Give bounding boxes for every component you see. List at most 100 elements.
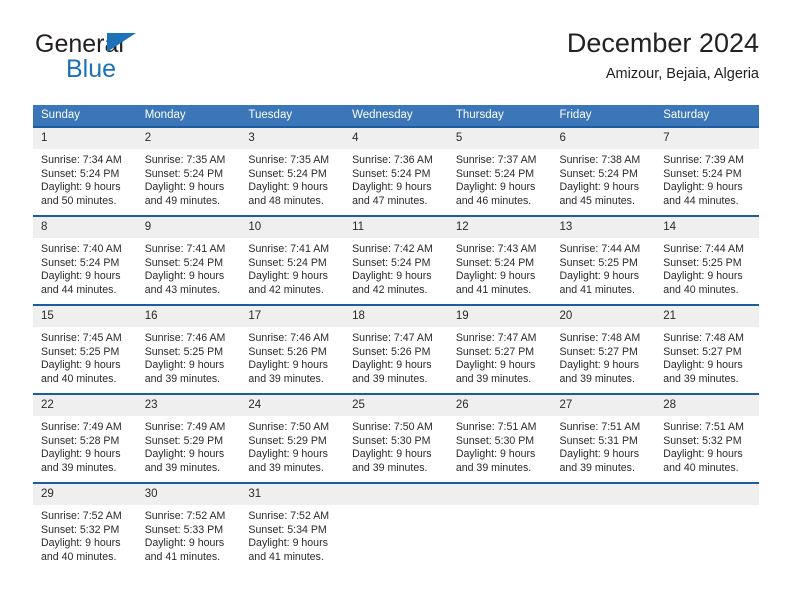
day-cell[interactable]: 29 Sunrise: 7:52 AM Sunset: 5:32 PM Dayl…	[33, 482, 137, 571]
daylight-text-line2: and 39 minutes.	[455, 461, 532, 474]
daylight-text-line2: and 40 minutes.	[41, 372, 117, 385]
day-cell[interactable]: 28 Sunrise: 7:51 AM Sunset: 5:32 PM Dayl…	[655, 393, 759, 483]
day-cell[interactable]: 31 Sunrise: 7:52 AM Sunset: 5:34 PM Dayl…	[240, 482, 345, 571]
daylight-text-line1: Daylight: 9 hours	[41, 181, 121, 194]
daylight-text-line1: Daylight: 9 hours	[663, 270, 743, 283]
day-cell[interactable]: 4 Sunrise: 7:36 AM Sunset: 5:24 PM Dayli…	[344, 126, 448, 216]
day-cell[interactable]: 19 Sunrise: 7:47 AM Sunset: 5:27 PM Dayl…	[447, 304, 552, 394]
day-cell[interactable]: 15 Sunrise: 7:45 AM Sunset: 5:25 PM Dayl…	[33, 304, 137, 394]
day-cell[interactable]: 6 Sunrise: 7:38 AM Sunset: 5:24 PM Dayli…	[551, 126, 656, 216]
day-number: 22	[33, 395, 137, 416]
day-details: Sunrise: 7:43 AM Sunset: 5:24 PM Dayligh…	[448, 238, 552, 297]
day-number: 6	[551, 128, 656, 149]
day-cell[interactable]: 26 Sunrise: 7:51 AM Sunset: 5:30 PM Dayl…	[447, 393, 552, 483]
day-details: Sunrise: 7:44 AM Sunset: 5:25 PM Dayligh…	[655, 238, 759, 297]
daylight-text-line2: and 39 minutes.	[248, 461, 324, 474]
daylight-text-line1: Daylight: 9 hours	[248, 537, 328, 550]
sunset-text: Sunset: 5:25 PM	[663, 256, 742, 269]
day-cell[interactable]: 12 Sunrise: 7:43 AM Sunset: 5:24 PM Dayl…	[447, 215, 552, 305]
daylight-text-line1: Daylight: 9 hours	[455, 181, 536, 194]
logo-text-blue: Blue	[66, 55, 117, 83]
day-details: Sunrise: 7:52 AM Sunset: 5:34 PM Dayligh…	[240, 505, 344, 564]
day-details: Sunrise: 7:49 AM Sunset: 5:28 PM Dayligh…	[33, 416, 137, 475]
day-number: 12	[447, 217, 552, 238]
sunset-text: Sunset: 5:27 PM	[663, 345, 742, 358]
day-details: Sunrise: 7:39 AM Sunset: 5:24 PM Dayligh…	[655, 149, 759, 208]
sunrise-text: Sunrise: 7:51 AM	[559, 421, 641, 433]
daylight-text-line1: Daylight: 9 hours	[248, 270, 328, 283]
general-blue-logo[interactable]: General Blue	[33, 30, 213, 86]
sunset-text: Sunset: 5:24 PM	[455, 256, 535, 269]
daylight-text-line1: Daylight: 9 hours	[144, 359, 225, 372]
sunrise-text: Sunrise: 7:51 AM	[663, 421, 744, 433]
day-cell[interactable]: 21 Sunrise: 7:48 AM Sunset: 5:27 PM Dayl…	[655, 304, 759, 394]
day-cell[interactable]: 23 Sunrise: 7:49 AM Sunset: 5:29 PM Dayl…	[136, 393, 241, 483]
sunrise-text: Sunrise: 7:50 AM	[248, 421, 330, 433]
daylight-text-line2: and 39 minutes.	[352, 372, 428, 385]
day-cell[interactable]: 7 Sunrise: 7:39 AM Sunset: 5:24 PM Dayli…	[655, 126, 759, 216]
day-number: 23	[136, 395, 241, 416]
sunset-text: Sunset: 5:33 PM	[144, 523, 224, 536]
page-header: General Blue December 2024 Amizour, Beja…	[33, 26, 759, 98]
day-number: 11	[344, 217, 448, 238]
day-cell[interactable]: 16 Sunrise: 7:46 AM Sunset: 5:25 PM Dayl…	[136, 304, 241, 394]
day-details: Sunrise: 7:37 AM Sunset: 5:24 PM Dayligh…	[448, 149, 552, 208]
daylight-text-line1: Daylight: 9 hours	[41, 537, 121, 550]
sunset-text: Sunset: 5:24 PM	[144, 167, 224, 180]
sunset-text: Sunset: 5:24 PM	[352, 167, 431, 180]
sunrise-text: Sunrise: 7:52 AM	[41, 510, 122, 522]
day-details: Sunrise: 7:46 AM Sunset: 5:25 PM Dayligh…	[137, 327, 241, 386]
sunrise-text: Sunrise: 7:35 AM	[144, 154, 226, 166]
week-row: 15 Sunrise: 7:45 AM Sunset: 5:25 PM Dayl…	[33, 304, 759, 394]
sunrise-text: Sunrise: 7:41 AM	[144, 243, 226, 255]
sunrise-text: Sunrise: 7:41 AM	[248, 243, 330, 255]
daylight-text-line1: Daylight: 9 hours	[144, 448, 225, 461]
day-cell[interactable]: 24 Sunrise: 7:50 AM Sunset: 5:29 PM Dayl…	[240, 393, 345, 483]
daylight-text-line2: and 41 minutes.	[144, 550, 221, 563]
sunset-text: Sunset: 5:32 PM	[41, 523, 120, 536]
triangle-icon	[107, 33, 136, 52]
day-cell[interactable]: 25 Sunrise: 7:50 AM Sunset: 5:30 PM Dayl…	[344, 393, 448, 483]
daylight-text-line2: and 50 minutes.	[41, 194, 117, 207]
day-details: Sunrise: 7:42 AM Sunset: 5:24 PM Dayligh…	[344, 238, 448, 297]
day-cell[interactable]: 17 Sunrise: 7:46 AM Sunset: 5:26 PM Dayl…	[240, 304, 345, 394]
sunrise-text: Sunrise: 7:38 AM	[559, 154, 641, 166]
weekday-header-friday: Friday	[551, 105, 656, 127]
daylight-text-line2: and 39 minutes.	[144, 461, 221, 474]
day-details: Sunrise: 7:51 AM Sunset: 5:31 PM Dayligh…	[552, 416, 656, 475]
day-cell[interactable]: 18 Sunrise: 7:47 AM Sunset: 5:26 PM Dayl…	[344, 304, 448, 394]
daylight-text-line2: and 46 minutes.	[455, 194, 532, 207]
sunrise-text: Sunrise: 7:34 AM	[41, 154, 122, 166]
day-number: 4	[344, 128, 448, 149]
day-cell[interactable]: 11 Sunrise: 7:42 AM Sunset: 5:24 PM Dayl…	[344, 215, 448, 305]
day-cell[interactable]: 3 Sunrise: 7:35 AM Sunset: 5:24 PM Dayli…	[240, 126, 345, 216]
sunset-text: Sunset: 5:24 PM	[41, 167, 120, 180]
day-cell[interactable]: 2 Sunrise: 7:35 AM Sunset: 5:24 PM Dayli…	[136, 126, 241, 216]
day-cell[interactable]: 27 Sunrise: 7:51 AM Sunset: 5:31 PM Dayl…	[551, 393, 656, 483]
day-number: 8	[33, 217, 137, 238]
day-details: Sunrise: 7:41 AM Sunset: 5:24 PM Dayligh…	[137, 238, 241, 297]
sunset-text: Sunset: 5:24 PM	[352, 256, 431, 269]
day-cell[interactable]: 22 Sunrise: 7:49 AM Sunset: 5:28 PM Dayl…	[33, 393, 137, 483]
daylight-text-line1: Daylight: 9 hours	[663, 448, 743, 461]
sunrise-text: Sunrise: 7:48 AM	[663, 332, 744, 344]
week-row: 22 Sunrise: 7:49 AM Sunset: 5:28 PM Dayl…	[33, 393, 759, 483]
daylight-text-line1: Daylight: 9 hours	[663, 359, 743, 372]
page-title: December 2024	[566, 28, 759, 58]
day-details: Sunrise: 7:46 AM Sunset: 5:26 PM Dayligh…	[240, 327, 344, 386]
day-cell[interactable]: 20 Sunrise: 7:48 AM Sunset: 5:27 PM Dayl…	[551, 304, 656, 394]
day-cell[interactable]: 1 Sunrise: 7:34 AM Sunset: 5:24 PM Dayli…	[33, 126, 137, 216]
day-cell[interactable]: 8 Sunrise: 7:40 AM Sunset: 5:24 PM Dayli…	[33, 215, 137, 305]
sunset-text: Sunset: 5:26 PM	[352, 345, 431, 358]
day-cell[interactable]: 13 Sunrise: 7:44 AM Sunset: 5:25 PM Dayl…	[551, 215, 656, 305]
day-cell[interactable]: 5 Sunrise: 7:37 AM Sunset: 5:24 PM Dayli…	[447, 126, 552, 216]
day-cell[interactable]: 10 Sunrise: 7:41 AM Sunset: 5:24 PM Dayl…	[240, 215, 345, 305]
day-number: 21	[655, 306, 759, 327]
week-row: 8 Sunrise: 7:40 AM Sunset: 5:24 PM Dayli…	[33, 215, 759, 305]
day-cell[interactable]: 30 Sunrise: 7:52 AM Sunset: 5:33 PM Dayl…	[136, 482, 241, 571]
daylight-text-line2: and 40 minutes.	[663, 461, 739, 474]
day-cell[interactable]: 9 Sunrise: 7:41 AM Sunset: 5:24 PM Dayli…	[136, 215, 241, 305]
day-number: 7	[655, 128, 759, 149]
day-cell[interactable]: 14 Sunrise: 7:44 AM Sunset: 5:25 PM Dayl…	[655, 215, 759, 305]
day-details: Sunrise: 7:45 AM Sunset: 5:25 PM Dayligh…	[33, 327, 137, 386]
